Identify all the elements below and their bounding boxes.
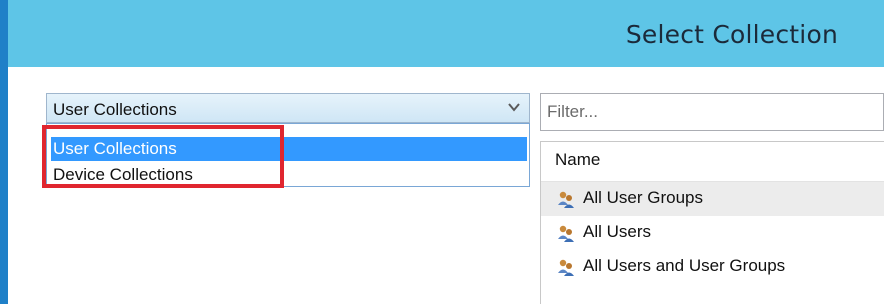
user-collection-icon — [558, 259, 574, 276]
annotation-highlight-box — [42, 125, 284, 188]
list-item-label: All Users — [583, 222, 652, 241]
user-collection-icon — [558, 191, 574, 208]
collection-type-selected: User Collections — [53, 100, 177, 119]
list-item-label: All Users and User Groups — [583, 256, 786, 275]
filter-input[interactable] — [540, 93, 884, 131]
window-frame — [0, 0, 8, 304]
collection-type-dropdown[interactable]: User Collections — [46, 93, 530, 123]
list-item[interactable]: All Users and User Groups — [541, 250, 884, 284]
dialog-header: Select Collection — [8, 0, 884, 67]
chevron-down-icon[interactable] — [507, 100, 521, 114]
select-collection-dialog: Select Collection User Collections User … — [0, 0, 884, 304]
list-item-label: All User Groups — [583, 188, 703, 207]
user-collection-icon — [558, 225, 574, 242]
column-header-label: Name — [555, 150, 601, 169]
list-item[interactable]: All User Groups — [541, 182, 884, 216]
dialog-content: User Collections User Collections Device… — [8, 67, 884, 304]
list-item[interactable]: All Users — [541, 216, 884, 250]
column-header-name[interactable]: Name — [541, 142, 884, 182]
collections-list: Name All User Groups All Users All Users… — [540, 141, 884, 304]
dialog-title: Select Collection — [625, 20, 838, 49]
